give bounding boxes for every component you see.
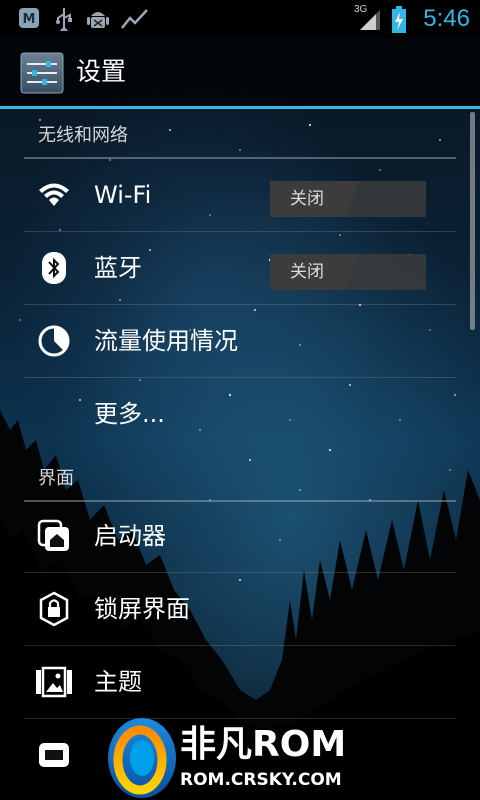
android-debug-icon bbox=[87, 12, 109, 28]
usb-icon bbox=[56, 8, 72, 31]
setting-item-theme[interactable]: 主题 bbox=[24, 646, 456, 719]
section-header-interface: 界面 bbox=[24, 452, 456, 502]
lock-icon bbox=[39, 591, 69, 627]
setting-item-label: 启动器 bbox=[94, 522, 166, 550]
setting-item-lockscreen[interactable]: 锁屏界面 bbox=[24, 573, 456, 646]
setting-item-launcher[interactable]: 启动器 bbox=[24, 500, 456, 573]
toggle-state-label: 关闭 bbox=[290, 189, 324, 209]
settings-sliders-icon[interactable] bbox=[20, 52, 64, 94]
setting-item-label: 流量使用情况 bbox=[94, 327, 238, 355]
toggle-off-thumb: 关闭 bbox=[270, 181, 360, 217]
battery-charging-icon bbox=[392, 6, 406, 33]
setting-item-label: 主题 bbox=[94, 668, 142, 696]
section-header-label: 界面 bbox=[38, 468, 74, 489]
sound-icon bbox=[39, 743, 69, 767]
signal-icon bbox=[360, 10, 380, 30]
data-usage-icon bbox=[38, 325, 70, 357]
toggle-state-label: 关闭 bbox=[290, 262, 324, 282]
status-bar: M 3G 5:46 bbox=[0, 0, 480, 38]
watermark-url-text: ROM.CRSKY.COM bbox=[180, 770, 342, 790]
wifi-toggle[interactable]: 关闭 bbox=[270, 181, 426, 217]
toggle-off-thumb: 关闭 bbox=[270, 254, 360, 290]
svg-text:M: M bbox=[23, 12, 36, 27]
watermark-brand-text: 非凡ROM bbox=[180, 724, 346, 765]
setting-item-wifi[interactable]: Wi-Fi 关闭 bbox=[24, 159, 456, 232]
list-scrollbar[interactable] bbox=[470, 112, 475, 330]
section-header-label: 无线和网络 bbox=[38, 125, 128, 146]
setting-item-bluetooth[interactable]: 蓝牙 关闭 bbox=[24, 232, 456, 305]
theme-icon bbox=[36, 666, 72, 698]
setting-item-label: Wi-Fi bbox=[94, 181, 152, 209]
m-app-icon: M bbox=[19, 8, 39, 28]
bluetooth-icon bbox=[42, 252, 66, 284]
launcher-icon bbox=[37, 519, 69, 551]
bluetooth-toggle[interactable]: 关闭 bbox=[270, 254, 426, 290]
action-bar-divider bbox=[0, 106, 480, 109]
wifi-icon bbox=[39, 183, 69, 206]
action-bar: 设置 bbox=[0, 38, 480, 109]
setting-item-label: 锁屏界面 bbox=[94, 595, 190, 623]
page-title: 设置 bbox=[76, 57, 127, 86]
setting-item-label: 蓝牙 bbox=[94, 254, 142, 282]
setting-item-data-usage[interactable]: 流量使用情况 bbox=[24, 305, 456, 378]
clock: 5:46 bbox=[423, 5, 470, 32]
setting-item-more[interactable]: 更多... bbox=[24, 378, 456, 450]
settings-list[interactable]: 无线和网络 Wi-Fi 关闭 蓝牙 关闭 流量使用情况 更多... 界面 启动器… bbox=[0, 109, 480, 800]
activity-icon bbox=[121, 9, 148, 29]
section-header-wireless: 无线和网络 bbox=[24, 109, 456, 159]
crsky-rom-watermark: 非凡ROM ROM.CRSKY.COM bbox=[108, 718, 346, 798]
setting-item-label: 更多... bbox=[94, 400, 165, 428]
